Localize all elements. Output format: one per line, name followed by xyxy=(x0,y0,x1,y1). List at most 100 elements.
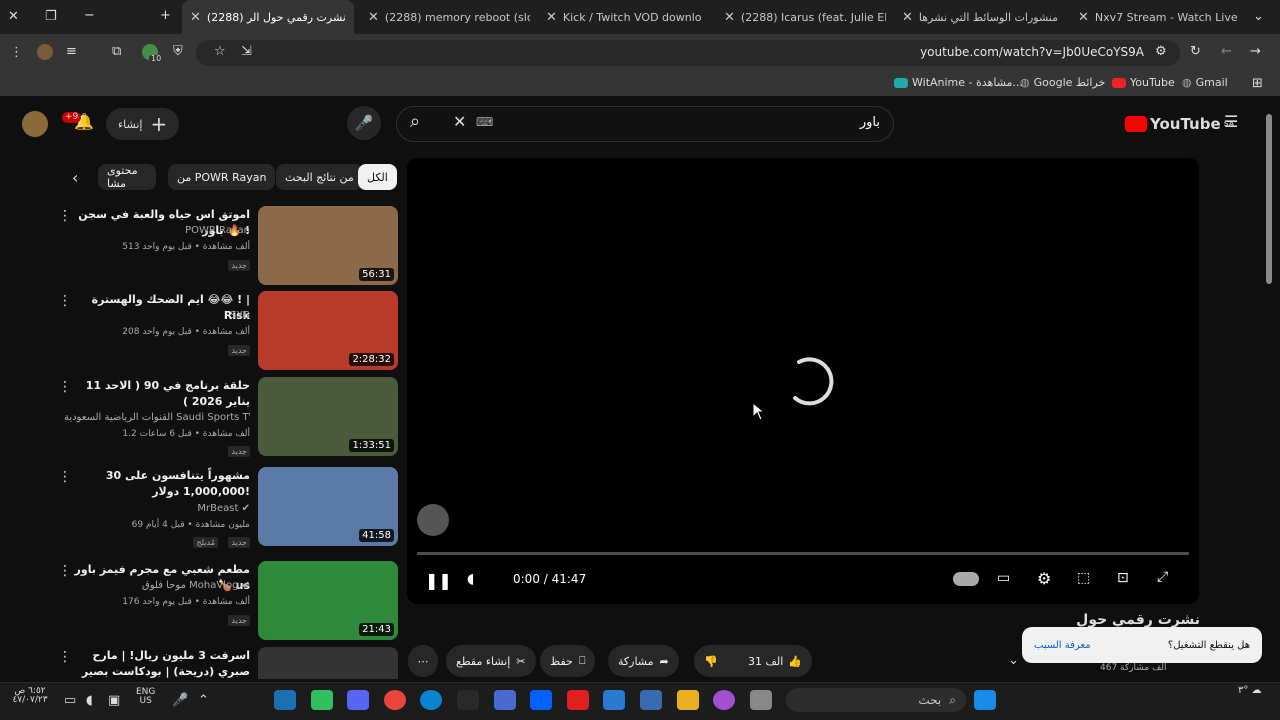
channel-name[interactable]: SXB xyxy=(230,310,250,321)
apps-grid-icon[interactable]: ⊞ xyxy=(1252,77,1263,90)
video-thumbnail[interactable]: 56:31 xyxy=(258,206,398,285)
list-item[interactable]: ⋮ اسرفت 3 مليون ريال! | مارح صبري (دريحة… xyxy=(58,647,398,679)
epic-games-icon[interactable] xyxy=(457,690,479,710)
media-queue-icon[interactable]: ≡ xyxy=(66,45,77,58)
profile-avatar[interactable] xyxy=(37,44,53,60)
reload-icon[interactable]: ↻ xyxy=(1190,45,1201,58)
progress-bar[interactable] xyxy=(417,552,1189,555)
bookmark-witanime[interactable]: WitAnime - مشاهدة... xyxy=(894,76,1023,89)
close-tab-icon[interactable]: ✕ xyxy=(368,10,379,25)
chip-powr-rayan[interactable]: من POWR Rayan xyxy=(168,164,276,190)
theater-mode-icon[interactable]: ⬚ xyxy=(1077,570,1090,586)
video-thumbnail[interactable]: 41:58 xyxy=(258,467,398,546)
autoplay-toggle[interactable] xyxy=(953,572,979,586)
list-item[interactable]: 2:28:32 ⋮ ايم الضحك والهسترة 😂😂 ! | Risk… xyxy=(58,291,398,373)
video-thumbnail[interactable]: 2:28:32 xyxy=(258,291,398,370)
tab[interactable]: ✕ Nxv7 Stream - Watch Live xyxy=(1070,0,1240,34)
anydesk-icon[interactable] xyxy=(567,690,589,710)
chevron-left-icon[interactable]: ‹ xyxy=(72,170,78,186)
store-icon[interactable] xyxy=(640,690,662,710)
bookmark-youtube[interactable]: YouTube xyxy=(1112,76,1175,89)
tab[interactable]: ✕ Kick / Twitch VOD downlo xyxy=(538,0,708,34)
share-button[interactable]: مشاركة ➦ xyxy=(608,645,679,677)
account-avatar[interactable] xyxy=(22,111,48,137)
clear-search-icon[interactable]: ✕ xyxy=(453,114,466,130)
list-item[interactable]: 21:43 ⋮ مطعم شعبي مع مجرم فيمز باور 🍗 us… xyxy=(58,561,398,643)
page-scrollbar[interactable] xyxy=(1266,114,1272,284)
chip-content[interactable]: محتوى مشا xyxy=(98,164,156,190)
dislike-icon[interactable]: 👎 xyxy=(704,655,718,668)
fullscreen-icon[interactable]: ⤢ xyxy=(1157,569,1168,585)
tab-active[interactable]: ✕ (2288) نشرت رقمي حول الر xyxy=(182,0,354,34)
close-tab-icon[interactable]: ✕ xyxy=(724,10,735,25)
video-player[interactable]: ❚❚ ◖ 0:00 / 41:47 ▭ ⚙ ⬚ ⊡ ⤢ xyxy=(407,158,1199,604)
channel-name[interactable]: موحا فلوق MohaVlog ✔ xyxy=(142,580,250,591)
clock[interactable]: ٦:٥٢ ص ٤٧/٠٧/٢٣ xyxy=(12,687,48,705)
forward-icon[interactable]: ← xyxy=(1221,45,1232,58)
task-view-icon[interactable] xyxy=(750,690,772,710)
chip-search-results[interactable]: من نتائج البحث xyxy=(276,164,363,190)
channel-name[interactable]: القنوات الرياضية السعودية Saudi Sports T… xyxy=(64,412,250,423)
tab[interactable]: ✕ منشورات الوسائط التي نشرها 𝕏 xyxy=(894,0,1064,34)
create-button[interactable]: إنشاء + xyxy=(106,108,180,140)
video-thumbnail[interactable]: 1:33:51 xyxy=(258,377,398,456)
list-item[interactable]: 41:58 ⋮ 30 مشهوراً يتنافسون على 1,000,00… xyxy=(58,467,398,549)
close-tab-icon[interactable]: ✕ xyxy=(902,10,913,25)
network-icon[interactable]: ▣ xyxy=(108,694,120,707)
battery-icon[interactable]: ▭ xyxy=(64,694,76,707)
app-icon[interactable] xyxy=(494,690,516,710)
keyboard-icon[interactable]: ⌨ xyxy=(476,116,493,128)
steam-icon[interactable] xyxy=(274,690,296,710)
video-title[interactable]: 30 مشهوراً يتنافسون على 1,000,000 دولار! xyxy=(64,468,250,500)
chrome-icon[interactable] xyxy=(384,690,406,710)
restore-icon[interactable]: ❐ xyxy=(45,10,57,23)
bookmark-gmail[interactable]: ◍ Gmail xyxy=(1182,76,1228,89)
expand-chevron-icon[interactable]: ⌄ xyxy=(1008,654,1019,667)
close-tab-icon[interactable]: ✕ xyxy=(546,10,557,25)
tab-search-icon[interactable]: ⌄ xyxy=(1253,10,1264,23)
close-window-icon[interactable]: ✕ xyxy=(8,10,19,23)
list-item[interactable]: 56:31 ⋮ اموتق اس حياه والعبة في سجن باور… xyxy=(58,206,398,288)
close-tab-icon[interactable]: ✕ xyxy=(1078,10,1089,25)
shield-icon[interactable]: ⛨ xyxy=(173,45,183,58)
url-text[interactable]: youtube.com/watch?v=Jb0UeCoYS9A xyxy=(920,45,1144,59)
clip-button[interactable]: إنشاء مقطع ✂ xyxy=(446,645,536,677)
learn-why-link[interactable]: معرفة السبب xyxy=(1034,640,1091,651)
weather-widget[interactable]: ٣° ☁ xyxy=(1238,686,1262,696)
taskbar-search[interactable]: بحث ⌕ xyxy=(786,688,966,712)
video-thumbnail[interactable]: 21:43 xyxy=(258,561,398,640)
settings-gear-icon[interactable]: ⚙ xyxy=(1037,569,1051,588)
language-indicator[interactable]: ENG US xyxy=(136,688,155,706)
dropbox-icon[interactable] xyxy=(530,690,552,710)
edge-icon[interactable] xyxy=(420,690,442,710)
install-app-icon[interactable]: ⇲ xyxy=(241,45,252,58)
discord-icon[interactable] xyxy=(347,690,369,710)
chip-all[interactable]: الكل xyxy=(358,164,397,190)
app-icon[interactable] xyxy=(311,690,333,710)
tab[interactable]: ✕ (2288) memory reboot (slo xyxy=(360,0,530,34)
minimize-icon[interactable]: − xyxy=(84,9,95,22)
back-icon[interactable]: → xyxy=(1250,45,1261,58)
video-title[interactable]: اسرفت 3 مليون ريال! | مارح صبري (دريحة) … xyxy=(64,648,250,679)
speaker-icon[interactable]: ◖ xyxy=(86,694,93,707)
youtube-logo[interactable]: YouTube SA xyxy=(1125,116,1234,132)
microphone-icon[interactable]: 🎤 xyxy=(172,694,188,707)
subtitles-icon[interactable]: ▭ xyxy=(997,570,1010,586)
search-input[interactable]: باور xyxy=(860,115,880,130)
channel-name[interactable]: POWR Rakan xyxy=(185,225,250,236)
like-button[interactable]: 31 الف 👍 xyxy=(748,655,802,668)
pause-icon[interactable]: ❚❚ xyxy=(425,571,452,590)
search-box[interactable] xyxy=(396,106,894,142)
windows-start-icon[interactable] xyxy=(974,690,996,710)
bookmark-star-icon[interactable]: ☆ xyxy=(214,45,226,58)
site-settings-icon[interactable]: ⚙ xyxy=(1155,45,1167,58)
channel-watermark[interactable] xyxy=(417,504,449,536)
close-tab-icon[interactable]: ✕ xyxy=(190,10,201,25)
file-explorer-icon[interactable] xyxy=(677,690,699,710)
video-title[interactable]: ايم الضحك والهسترة 😂😂 ! | Risk xyxy=(64,292,250,324)
copilot-icon[interactable] xyxy=(713,690,735,710)
new-tab-icon[interactable]: + xyxy=(160,9,171,22)
extensions-icon[interactable]: ⧉ xyxy=(112,45,121,58)
outlook-icon[interactable] xyxy=(603,690,625,710)
volume-icon[interactable]: ◖ xyxy=(467,571,474,587)
